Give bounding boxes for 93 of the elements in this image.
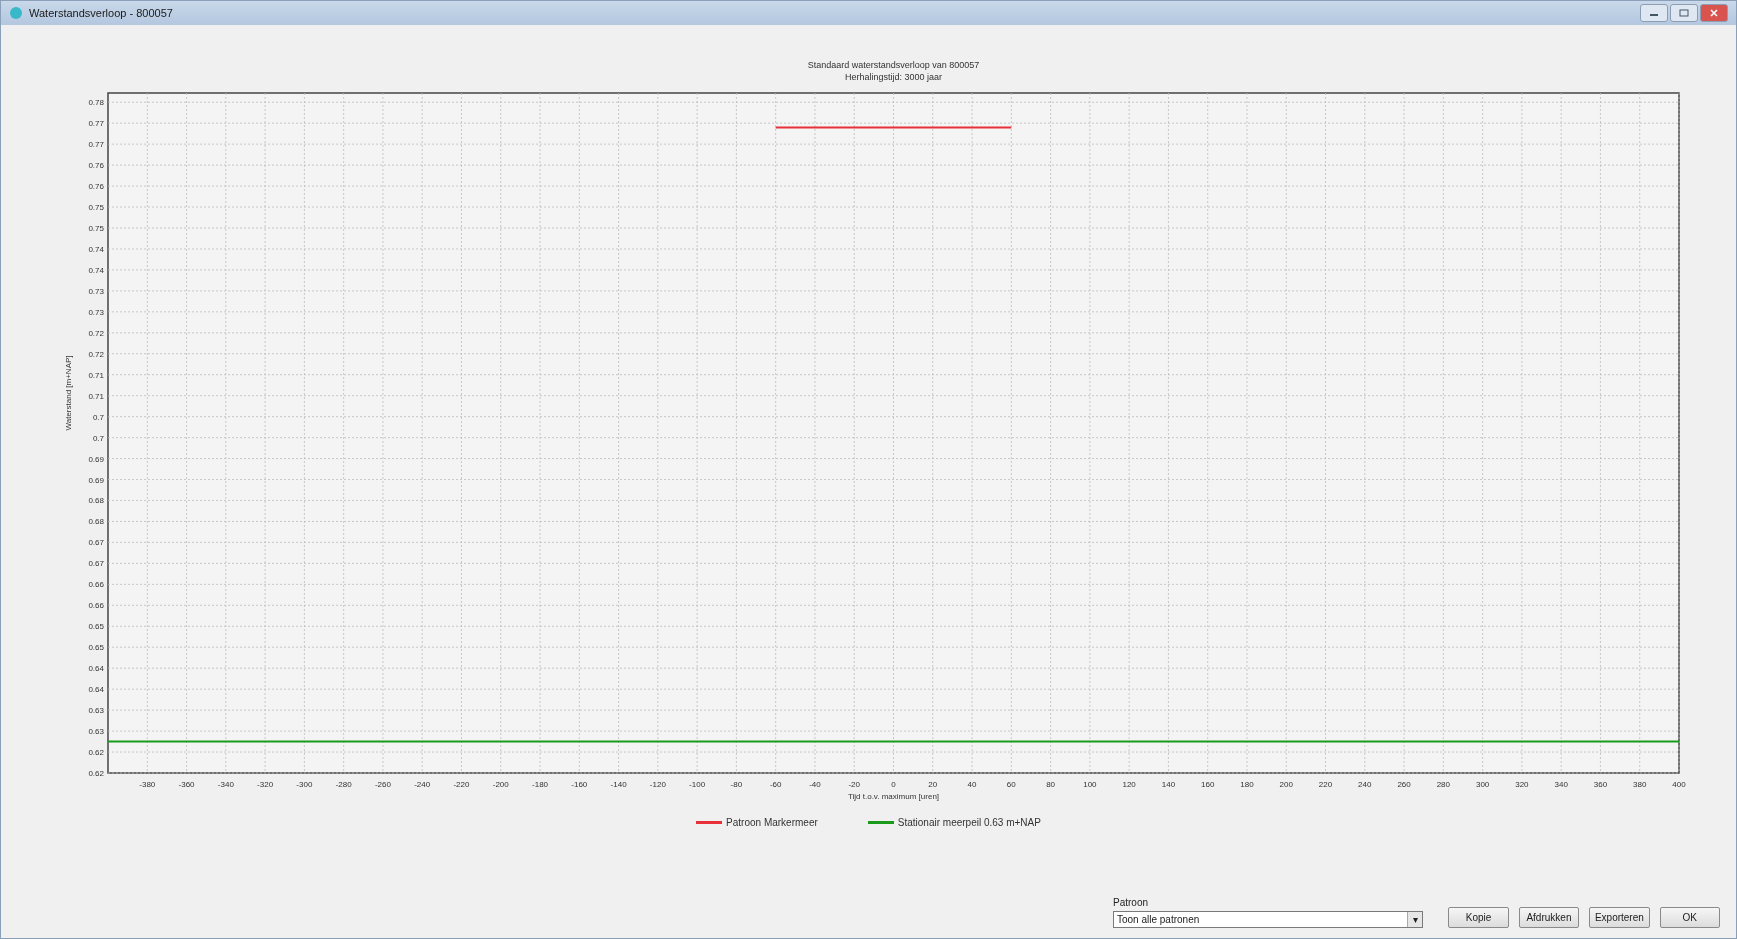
y-tick-label: 0.67 — [88, 538, 104, 548]
pattern-dropdown[interactable]: Toon alle patronen ▾ — [1113, 911, 1423, 928]
x-tick-label: -100 — [689, 780, 706, 789]
x-tick-label: 380 — [1633, 780, 1647, 789]
y-tick-label: 0.62 — [88, 748, 104, 758]
y-tick-label: 0.72 — [88, 349, 104, 359]
y-tick-label: 0.74 — [88, 244, 104, 254]
x-tick-label: -20 — [848, 780, 860, 789]
chart-title: Standaard waterstandsverloop van 800057 — [807, 60, 980, 70]
close-icon — [1709, 9, 1719, 17]
y-tick-label: 0.77 — [88, 140, 104, 150]
x-tick-label: 400 — [1672, 780, 1686, 789]
x-tick-label: 40 — [967, 780, 977, 789]
x-tick-label: -380 — [139, 780, 156, 789]
x-tick-label: 60 — [1006, 780, 1016, 789]
y-tick-label: 0.77 — [88, 119, 104, 129]
minimize-button[interactable] — [1640, 4, 1668, 22]
y-tick-label: 0.71 — [88, 370, 104, 380]
y-tick-label: 0.74 — [88, 265, 104, 275]
chart-title: Herhalingstijd: 3000 jaar — [844, 72, 943, 82]
y-tick-label: 0.76 — [88, 182, 104, 192]
y-tick-label: 0.76 — [88, 161, 104, 171]
x-tick-label: 300 — [1475, 780, 1490, 789]
y-tick-label: 0.69 — [88, 454, 104, 464]
y-axis-label: Waterstand [m+NAP] — [64, 355, 73, 431]
dialog-button[interactable]: Afdrukken — [1518, 907, 1580, 928]
x-tick-label: -200 — [492, 780, 509, 789]
x-tick-label: 160 — [1201, 780, 1215, 789]
app-icon — [9, 6, 23, 20]
y-tick-label: 0.63 — [88, 727, 104, 737]
window-title: Waterstandsverloop - 800057 — [29, 7, 173, 19]
x-tick-label: 280 — [1436, 780, 1451, 789]
x-tick-label: 20 — [928, 780, 938, 789]
y-tick-label: 0.66 — [88, 580, 104, 590]
pattern-label: Patroon — [1113, 897, 1150, 908]
dialog-button[interactable]: Exporteren — [1589, 907, 1650, 928]
x-tick-label: 180 — [1240, 780, 1254, 789]
x-tick-label: -320 — [257, 780, 274, 789]
legend-label: Stationair meerpeil 0.63 m+NAP — [897, 816, 1041, 828]
close-button[interactable] — [1700, 4, 1728, 22]
x-tick-label: -60 — [769, 780, 782, 789]
x-tick-label: 260 — [1397, 780, 1411, 789]
y-tick-label: 0.73 — [88, 286, 104, 296]
x-tick-label: 200 — [1279, 780, 1293, 789]
x-tick-label: 0 — [891, 780, 896, 789]
y-tick-label: 0.68 — [88, 517, 104, 527]
y-tick-label: 0.64 — [88, 664, 104, 674]
y-tick-label: 0.7 — [92, 433, 104, 443]
x-tick-label: -160 — [571, 780, 588, 789]
legend-label: Patroon Markermeer — [726, 816, 818, 828]
x-tick-label: -120 — [649, 780, 666, 789]
x-tick-label: 100 — [1083, 780, 1097, 789]
x-axis-label: Tijd t.o.v. maximum [uren] — [847, 792, 940, 801]
x-tick-label: -340 — [217, 780, 234, 789]
y-tick-label: 0.69 — [88, 475, 104, 485]
dialog-button[interactable]: OK — [1659, 907, 1720, 928]
legend-swatch — [867, 820, 894, 824]
y-tick-label: 0.73 — [88, 307, 104, 317]
y-tick-label: 0.62 — [88, 769, 104, 778]
y-tick-label: 0.63 — [88, 706, 104, 716]
x-tick-label: -140 — [610, 780, 627, 789]
maximize-icon — [1679, 9, 1689, 17]
y-tick-label: 0.75 — [88, 224, 104, 233]
x-tick-label: 220 — [1318, 780, 1333, 789]
x-tick-label: -300 — [296, 780, 313, 789]
x-tick-label: -260 — [374, 780, 391, 789]
y-tick-label: 0.72 — [88, 328, 104, 338]
y-tick-label: 0.65 — [88, 643, 104, 653]
x-tick-label: 120 — [1122, 780, 1136, 789]
y-tick-label: 0.7 — [92, 412, 104, 422]
x-tick-label: 240 — [1358, 780, 1372, 789]
x-tick-label: 360 — [1593, 780, 1608, 789]
x-tick-label: 320 — [1515, 780, 1529, 789]
y-tick-label: 0.78 — [88, 98, 104, 108]
y-tick-label: 0.67 — [88, 559, 104, 569]
y-tick-label: 0.66 — [88, 601, 104, 611]
x-tick-label: -180 — [532, 780, 549, 789]
legend-swatch — [696, 820, 723, 824]
x-tick-label: 340 — [1554, 780, 1568, 789]
dialog-button[interactable]: Kopie — [1448, 907, 1509, 928]
y-tick-label: 0.68 — [88, 496, 104, 506]
x-tick-label: 80 — [1046, 780, 1056, 789]
x-tick-label: -280 — [335, 780, 352, 789]
x-tick-label: -40 — [809, 780, 821, 789]
y-tick-label: 0.71 — [88, 391, 104, 401]
x-tick-label: 140 — [1161, 780, 1176, 789]
y-tick-label: 0.75 — [88, 203, 104, 213]
x-tick-label: -240 — [414, 780, 431, 789]
x-tick-label: -80 — [730, 780, 743, 789]
x-tick-label: -220 — [453, 780, 470, 789]
y-tick-label: 0.65 — [88, 622, 104, 632]
y-tick-label: 0.64 — [88, 685, 104, 695]
x-tick-label: -360 — [178, 780, 195, 789]
